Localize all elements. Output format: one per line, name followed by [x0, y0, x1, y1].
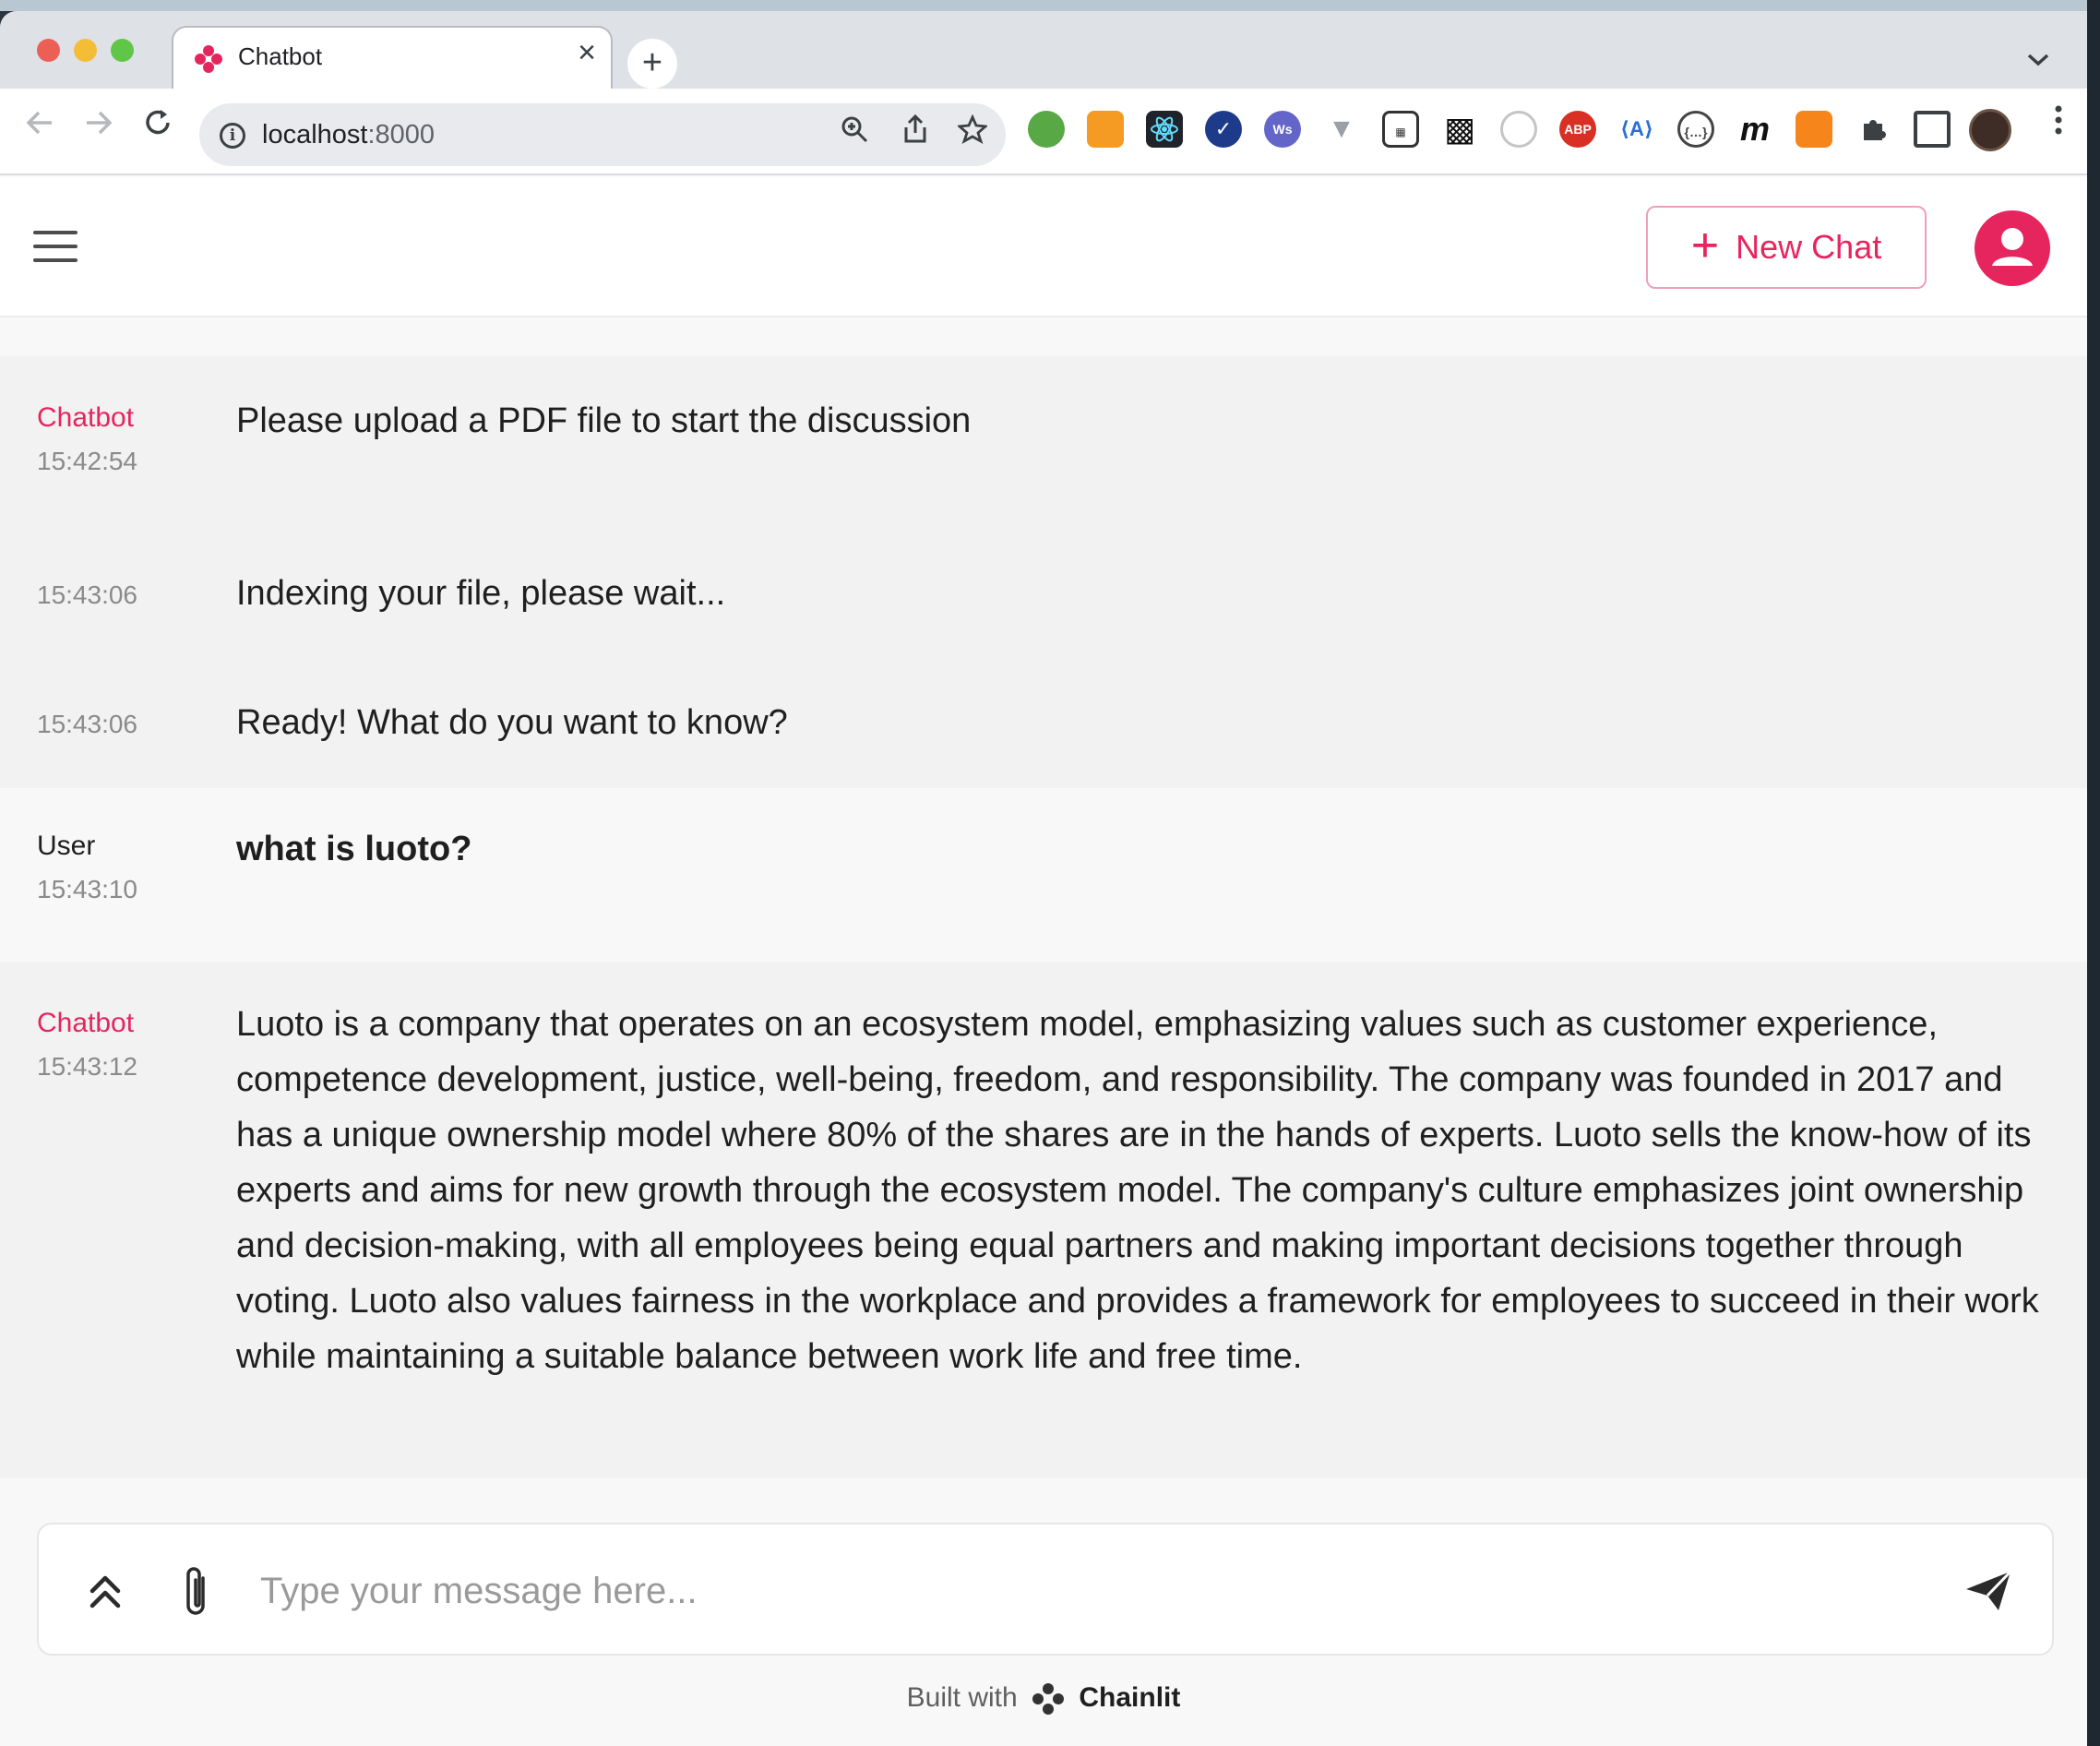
sidepanel-icon[interactable] [1914, 111, 1951, 148]
message-time: 15:43:12 [37, 1052, 137, 1081]
back-icon[interactable] [24, 107, 55, 145]
hamburger-menu-icon[interactable] [33, 231, 78, 264]
message-author: Chatbot [37, 1008, 135, 1038]
plus-icon: + [1690, 219, 1720, 272]
chainlit-favicon-icon [195, 45, 222, 73]
maximize-window-button[interactable] [111, 39, 134, 62]
stack-icon[interactable] [1087, 111, 1124, 148]
browser-window: Chatbot × + i localhost:8000 ✓ Ws ▼ ▦ ▩ … [0, 11, 2087, 1746]
app-header: + New Chat [0, 177, 2087, 317]
metamask-icon[interactable] [1796, 111, 1832, 148]
qr-icon[interactable]: ▦ [1382, 111, 1419, 148]
message-author: Chatbot [37, 402, 135, 433]
a-icon[interactable]: ⟨A⟩ [1618, 111, 1655, 148]
chevron-down-icon [2027, 54, 2049, 66]
tab-strip: Chatbot × + [0, 11, 2087, 90]
user-icon [1992, 228, 2033, 266]
message-time: 15:43:10 [37, 875, 137, 903]
user-avatar[interactable] [1975, 210, 2050, 286]
message-content: Indexing your file, please wait... [236, 574, 726, 613]
chainlit-brand-link[interactable]: Chainlit [1079, 1682, 1180, 1713]
message-input[interactable] [260, 1558, 1921, 1624]
send-icon[interactable] [1963, 1569, 2013, 1613]
message-composer [37, 1523, 2054, 1656]
qr-code-icon[interactable]: ▩ [1441, 111, 1478, 148]
tab-chatbot[interactable]: Chatbot × [172, 26, 613, 90]
share-icon[interactable] [901, 114, 930, 151]
reload-icon[interactable] [142, 107, 173, 145]
site-info-icon[interactable]: i [220, 123, 245, 149]
zoom-icon[interactable] [840, 114, 869, 151]
message-content: Ready! What do you want to know? [236, 703, 788, 742]
close-tab-icon[interactable]: × [578, 37, 596, 68]
message-content: Luoto is a company that operates on an e… [236, 1005, 2039, 1376]
message-list: Chatbot 15:42:54 Please upload a PDF fil… [0, 319, 2087, 1482]
message-time: 15:42:54 [37, 447, 137, 475]
puzzle-icon[interactable] [1855, 111, 1891, 148]
message-group: User 15:43:10 what is luoto? [0, 788, 2087, 962]
check-icon[interactable]: ✓ [1205, 111, 1242, 148]
vue-icon[interactable]: ▼ [1323, 111, 1360, 148]
built-with-label: Built with [906, 1681, 1018, 1713]
react-devtools-icon[interactable] [1146, 111, 1183, 148]
desktop-background [0, 0, 2100, 11]
circle-icon[interactable] [1500, 111, 1537, 148]
json-icon[interactable]: {…} [1677, 111, 1714, 148]
m-icon[interactable]: m [1736, 111, 1773, 148]
tab-title: Chatbot [238, 42, 323, 70]
profile-avatar[interactable] [1969, 109, 2011, 151]
message-author: User [37, 831, 96, 861]
background-editor-window [2087, 0, 2100, 1746]
chainlit-logo-icon [1032, 1683, 1065, 1715]
browser-menu-icon[interactable] [2054, 103, 2063, 145]
forward-icon[interactable] [83, 107, 114, 145]
close-window-button[interactable] [37, 39, 60, 62]
new-chat-label: New Chat [1736, 228, 1882, 266]
message-time: 15:43:06 [37, 710, 137, 738]
message-time: 15:43:06 [37, 580, 137, 609]
evernote-icon[interactable] [1028, 111, 1065, 148]
adblock-icon[interactable]: ABP [1559, 111, 1596, 148]
message-content: what is luoto? [236, 830, 472, 868]
new-tab-button[interactable]: + [627, 39, 677, 89]
browser-toolbar: i localhost:8000 ✓ Ws ▼ ▦ ▩ ABP ⟨A⟩ {…} … [0, 89, 2087, 175]
url-text: localhost:8000 [262, 120, 436, 149]
ws-icon[interactable]: Ws [1264, 111, 1301, 148]
minimize-window-button[interactable] [74, 39, 97, 62]
tab-search-button[interactable] [2026, 44, 2050, 76]
message-content: Please upload a PDF file to start the di… [236, 401, 972, 440]
address-bar[interactable]: i localhost:8000 [199, 103, 1006, 166]
bookmark-star-icon[interactable] [956, 114, 989, 151]
attachment-icon[interactable] [177, 1563, 214, 1620]
chevron-double-up-icon[interactable] [87, 1565, 124, 1617]
message-group: Chatbot 15:42:54 Please upload a PDF fil… [0, 356, 2087, 788]
new-chat-button[interactable]: + New Chat [1646, 206, 1927, 289]
message-group: Chatbot 15:43:12 Luoto is a company that… [0, 962, 2087, 1478]
footer: Built with Chainlit [0, 1681, 2087, 1716]
